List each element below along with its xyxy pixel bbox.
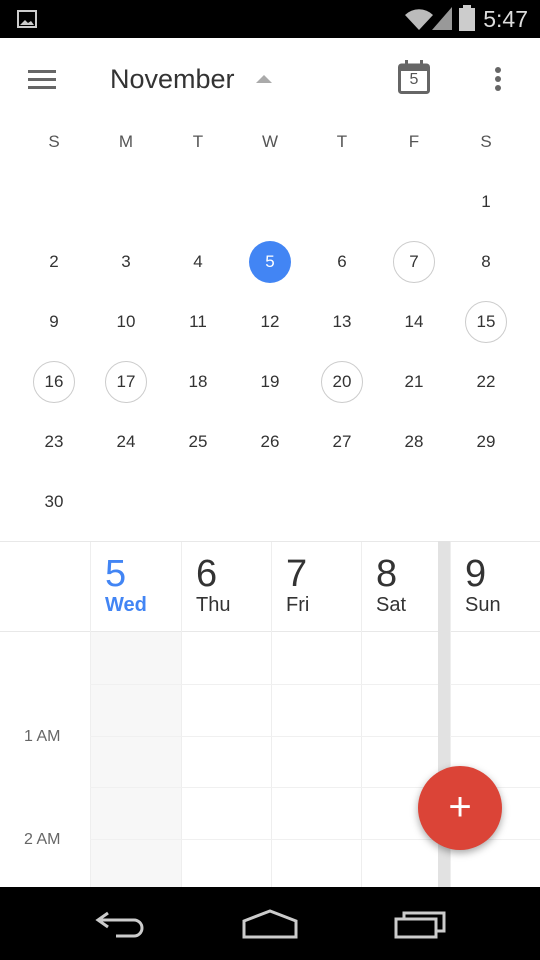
day-cell[interactable]: 13 xyxy=(321,301,363,343)
day-cell[interactable]: 29 xyxy=(465,421,507,463)
day-name: Wed xyxy=(105,594,147,616)
day-cell[interactable]: 4 xyxy=(177,241,219,283)
week-day-column-header[interactable]: 7 Fri xyxy=(271,542,361,633)
menu-icon[interactable] xyxy=(28,68,56,90)
day-cell[interactable]: 7 xyxy=(393,241,435,283)
day-cell[interactable]: 23 xyxy=(33,421,75,463)
grid-line xyxy=(90,684,540,685)
day-cell[interactable]: 16 xyxy=(33,361,75,403)
day-cell[interactable]: 6 xyxy=(321,241,363,283)
month-title[interactable]: November xyxy=(110,64,235,95)
day-number: 8 xyxy=(376,553,398,595)
day-today[interactable]: 5 xyxy=(249,241,291,283)
day-cell[interactable]: 15 xyxy=(465,301,507,343)
day-cell[interactable]: 30 xyxy=(33,481,75,523)
weekday-label: T xyxy=(336,132,348,151)
day-cell[interactable]: 28 xyxy=(393,421,435,463)
week-header: 5 Wed 6 Thu 7 Fri 8 Sat 9 Sun xyxy=(0,541,540,633)
day-cell[interactable]: 20 xyxy=(321,361,363,403)
day-cell[interactable]: 17 xyxy=(105,361,147,403)
week-day-column-header[interactable]: 6 Thu xyxy=(181,542,271,633)
weekday-label: M xyxy=(118,132,134,151)
day-cell[interactable]: 22 xyxy=(465,361,507,403)
day-name: Fri xyxy=(286,594,310,616)
day-name: Sun xyxy=(465,594,501,616)
day-cell[interactable]: 11 xyxy=(177,301,219,343)
day-column[interactable] xyxy=(271,632,361,887)
day-number: 7 xyxy=(286,553,308,595)
toolbar: November 5 xyxy=(0,38,540,120)
weekday-label: S xyxy=(480,132,492,151)
week-day-column-header[interactable]: 5 Wed xyxy=(90,542,181,633)
status-bar: 5:47 xyxy=(0,0,540,38)
back-icon[interactable] xyxy=(94,909,146,939)
weekday-label: W xyxy=(261,132,279,151)
day-number: 9 xyxy=(465,553,487,595)
day-cell[interactable]: 12 xyxy=(249,301,291,343)
day-cell[interactable]: 18 xyxy=(177,361,219,403)
day-column[interactable] xyxy=(90,632,181,887)
day-cell[interactable]: 25 xyxy=(177,421,219,463)
day-number: 5 xyxy=(105,553,127,595)
image-notification-icon xyxy=(17,10,37,28)
navigation-bar xyxy=(0,887,540,960)
day-cell[interactable]: 2 xyxy=(33,241,75,283)
day-cell[interactable]: 10 xyxy=(105,301,147,343)
today-button[interactable]: 5 xyxy=(398,60,430,94)
today-icon-day: 5 xyxy=(409,71,419,88)
clock: 5:47 xyxy=(483,6,528,32)
day-column[interactable] xyxy=(361,632,438,887)
weekday-label: F xyxy=(408,132,420,151)
day-cell[interactable]: 19 xyxy=(249,361,291,403)
week-day-column-header[interactable]: 8 Sat xyxy=(361,542,438,633)
weekday-label: T xyxy=(192,132,204,151)
signal-icon xyxy=(432,7,452,30)
add-event-button[interactable]: + xyxy=(418,766,502,850)
day-name: Thu xyxy=(196,594,231,616)
grid-line xyxy=(90,735,540,737)
hour-label: 1 AM xyxy=(24,728,61,745)
more-options-icon[interactable] xyxy=(494,66,502,92)
recents-icon[interactable] xyxy=(394,909,448,939)
day-cell[interactable]: 3 xyxy=(105,241,147,283)
battery-icon xyxy=(459,5,475,31)
day-cell[interactable]: 14 xyxy=(393,301,435,343)
day-name: Sat xyxy=(376,594,407,616)
day-number: 6 xyxy=(196,553,218,595)
collapse-arrow-icon[interactable] xyxy=(256,74,272,84)
day-cell[interactable]: 24 xyxy=(105,421,147,463)
day-column[interactable] xyxy=(181,632,271,887)
day-cell[interactable]: 1 xyxy=(465,181,507,223)
week-day-column-header[interactable]: 9 Sun xyxy=(450,542,540,633)
home-icon[interactable] xyxy=(242,909,298,939)
hour-label: 2 AM xyxy=(24,831,61,848)
day-cell[interactable]: 26 xyxy=(249,421,291,463)
wifi-icon xyxy=(405,9,433,30)
day-cell[interactable]: 21 xyxy=(393,361,435,403)
weekday-label: S xyxy=(48,132,60,151)
day-cell[interactable]: 9 xyxy=(33,301,75,343)
day-cell[interactable]: 8 xyxy=(465,241,507,283)
day-cell[interactable]: 27 xyxy=(321,421,363,463)
